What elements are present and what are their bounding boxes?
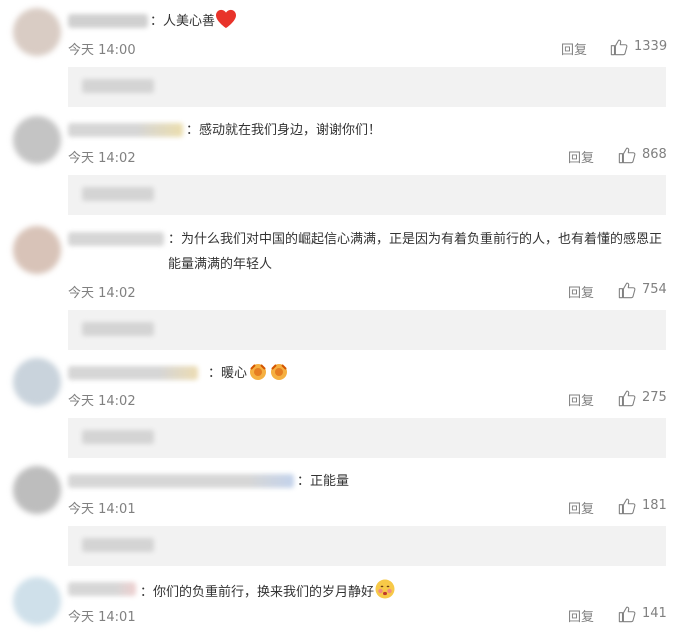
reply-placeholder [82, 187, 154, 201]
timestamp: 今天 14:01 [68, 502, 136, 517]
comment-text: ：你们的负重前行，换来我们的岁月静好 [140, 578, 662, 605]
reply-button[interactable]: 回复 [568, 147, 594, 166]
like-count: 181 [642, 498, 667, 513]
reply-input-box[interactable] [68, 526, 666, 566]
like-count: 1339 [634, 39, 668, 54]
comment-text: ：正能量 [297, 474, 350, 489]
like-icon[interactable] [618, 146, 636, 164]
like-icon[interactable] [618, 605, 636, 623]
comment-text: ：为什么我们对中国的崛起信心满满，正是因为有着负重前行的人，也有着懂的感恩正能量… [168, 232, 663, 272]
username[interactable] [68, 123, 183, 137]
reply-button[interactable]: 回复 [561, 39, 587, 58]
username[interactable] [68, 474, 294, 488]
like-icon[interactable] [618, 281, 636, 299]
comment-text: ：感动就在我们身边，谢谢你们！ [186, 123, 382, 138]
reply-button[interactable]: 回复 [568, 498, 594, 517]
like-count: 868 [642, 147, 667, 162]
reply-placeholder [82, 322, 154, 336]
reply-input-box[interactable] [68, 67, 666, 107]
avatar[interactable] [13, 577, 61, 625]
salute-emoji-icon [250, 364, 288, 380]
timestamp: 今天 14:00 [68, 43, 136, 58]
reply-input-box[interactable] [68, 175, 666, 215]
like-count: 141 [642, 606, 667, 621]
comment-text: ：人美心善 [150, 9, 662, 34]
timestamp: 今天 14:01 [68, 610, 136, 625]
avatar[interactable] [13, 358, 61, 406]
username[interactable] [68, 366, 198, 380]
avatar[interactable] [13, 116, 61, 164]
reply-button[interactable]: 回复 [568, 606, 594, 625]
timestamp: 今天 14:02 [68, 394, 136, 409]
blush-emoji-icon [375, 579, 395, 599]
like-icon[interactable] [610, 38, 628, 56]
reply-input-box[interactable] [68, 310, 666, 350]
comment-text: ：暖心 [208, 361, 662, 386]
reply-placeholder [82, 79, 154, 93]
timestamp: 今天 14:02 [68, 286, 136, 301]
reply-button[interactable]: 回复 [568, 282, 594, 301]
reply-placeholder [82, 430, 154, 444]
username[interactable] [68, 232, 164, 246]
avatar[interactable] [13, 8, 61, 56]
like-count: 275 [642, 390, 667, 405]
reply-button[interactable]: 回复 [568, 390, 594, 409]
heart-icon [216, 9, 237, 29]
timestamp: 今天 14:02 [68, 151, 136, 166]
username[interactable] [68, 582, 136, 596]
avatar[interactable] [13, 226, 61, 274]
like-icon[interactable] [618, 389, 636, 407]
username[interactable] [68, 14, 148, 28]
like-icon[interactable] [618, 497, 636, 515]
avatar[interactable] [13, 466, 61, 514]
reply-placeholder [82, 538, 154, 552]
reply-input-box[interactable] [68, 418, 666, 458]
like-count: 754 [642, 282, 667, 297]
